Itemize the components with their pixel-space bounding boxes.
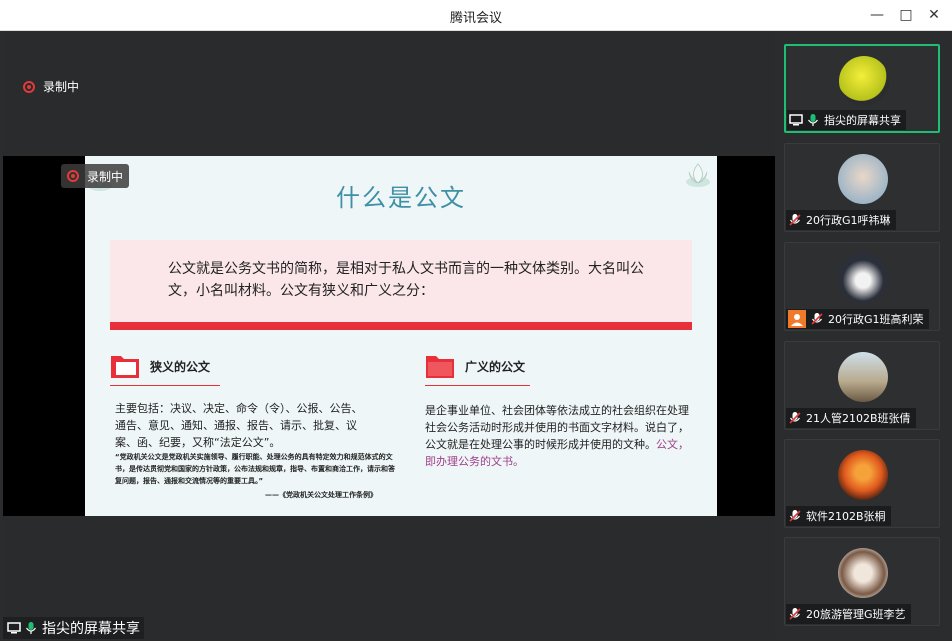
participant-name: 指尖的屏幕共享 <box>824 114 901 127</box>
window-title: 腾讯会议 <box>449 11 502 26</box>
definition-box: 公文就是公务文书的简称，是相对于私人文书而言的一种文体类别。大名叫公文，小名叫材… <box>110 240 692 322</box>
screen-share-icon <box>789 114 803 126</box>
avatar <box>839 56 889 106</box>
record-overlay-icon <box>67 170 79 182</box>
record-icon <box>23 80 35 93</box>
participants-panel: 指尖的屏幕共享 20行政G1呼祎琳 20行政G1班高利荣 21人管2102B班张… <box>776 32 952 641</box>
participant-tile[interactable]: 21人管2102B班张倩 <box>784 341 940 430</box>
participant-tile[interactable]: 指尖的屏幕共享 <box>784 44 940 133</box>
avatar <box>838 548 888 598</box>
participant-name-tag: 20行政G1呼祎琳 <box>786 210 896 230</box>
screen-share-icon <box>7 622 21 634</box>
broad-heading: 广义的公文 <box>425 353 525 379</box>
participant-name-tag: 软件2102B张桐 <box>786 506 891 526</box>
participant-name: 20行政G1呼祎琳 <box>806 214 891 227</box>
minimize-icon[interactable]: — <box>868 6 886 24</box>
title-bar: 腾讯会议 — □ ✕ <box>0 0 952 31</box>
broad-underline <box>425 385 530 386</box>
close-icon[interactable]: ✕ <box>925 6 943 24</box>
mic-muted-icon <box>789 608 801 620</box>
narrow-heading: 狭义的公文 <box>110 353 210 379</box>
mic-on-icon <box>26 622 36 634</box>
mic-on-icon <box>808 114 818 126</box>
shared-screen-stage: 录制中 › 什么是公文 公文就是公务文书的简称，是相对于私人文书而言的一种文体类… <box>3 32 775 639</box>
presenter-tag: 指尖的屏幕共享 <box>3 617 144 639</box>
participant-tile[interactable]: 软件2102B张桐 <box>784 439 940 528</box>
avatar <box>838 450 888 500</box>
recording-overlay: 录制中 <box>61 164 130 188</box>
broad-heading-text: 广义的公文 <box>465 359 526 374</box>
narrow-underline <box>110 385 220 386</box>
participant-name: 软件2102B张桐 <box>806 510 886 523</box>
narrow-heading-text: 狭义的公文 <box>150 359 211 374</box>
participant-name-tag: 21人管2102B班张倩 <box>786 408 916 428</box>
narrow-quote: “党政机关公文是党政机关实施领导、履行职能、处理公务的具有特定效力和规范体式的文… <box>115 453 395 485</box>
participant-name: 20行政G1班高利荣 <box>828 313 924 326</box>
participant-name: 21人管2102B班张倩 <box>806 412 911 425</box>
maximize-icon[interactable]: □ <box>897 6 915 24</box>
participant-name-tag: 20旅游管理G班李艺 <box>786 604 911 624</box>
participant-tile[interactable]: 20行政G1呼祎琳 <box>784 143 940 232</box>
avatar <box>838 253 888 303</box>
folder-filled-icon <box>426 356 454 378</box>
user-icon <box>788 310 806 328</box>
mic-muted-icon <box>811 313 823 325</box>
mic-muted-icon <box>789 510 801 522</box>
mic-muted-icon <box>789 214 801 226</box>
recording-overlay-label: 录制中 <box>87 169 124 184</box>
participant-tile[interactable]: 20旅游管理G班李艺 <box>784 537 940 626</box>
participant-tile[interactable]: 20行政G1班高利荣 <box>784 242 940 331</box>
folder-icon <box>111 356 139 378</box>
meeting-window: 腾讯会议 — □ ✕ 录制中 › 什么是公文 <box>0 0 952 641</box>
recording-label: 录制中 <box>43 80 80 94</box>
broad-body-text: 是企事业单位、社会团体等依法成立的社会组织在处理社会公务活动时形成并使用的书面文… <box>425 404 689 451</box>
presentation-slide: 什么是公文 公文就是公务文书的简称，是相对于私人文书而言的一种文体类别。大名叫公… <box>85 156 717 516</box>
recording-indicator[interactable]: 录制中 <box>23 78 79 95</box>
avatar <box>838 154 888 204</box>
narrow-body: 主要包括：决议、决定、命令（令）、公报、公告、通告、意见、通知、通报、报告、请示… <box>115 402 363 449</box>
broad-body: 是企事业单位、社会团体等依法成立的社会组织在处理社会公务活动时形成并使用的书面文… <box>425 402 690 470</box>
definition-text: 公文就是公务文书的简称，是相对于私人文书而言的一种文体类别。大名叫公文，小名叫材… <box>168 261 644 299</box>
avatar <box>838 352 888 402</box>
participant-name-tag: 20行政G1班高利荣 <box>786 309 929 329</box>
mic-muted-icon <box>789 412 801 424</box>
participant-name: 20旅游管理G班李艺 <box>806 608 906 621</box>
narrow-source: ——《党政机关公文处理工作条例》 <box>265 491 377 499</box>
participant-name-tag: 指尖的屏幕共享 <box>787 110 906 130</box>
presenter-label: 指尖的屏幕共享 <box>42 621 140 637</box>
recording-overlay-inner: 录制中 <box>67 168 123 185</box>
slide-title: 什么是公文 <box>336 184 466 212</box>
divider-bar <box>110 322 692 330</box>
